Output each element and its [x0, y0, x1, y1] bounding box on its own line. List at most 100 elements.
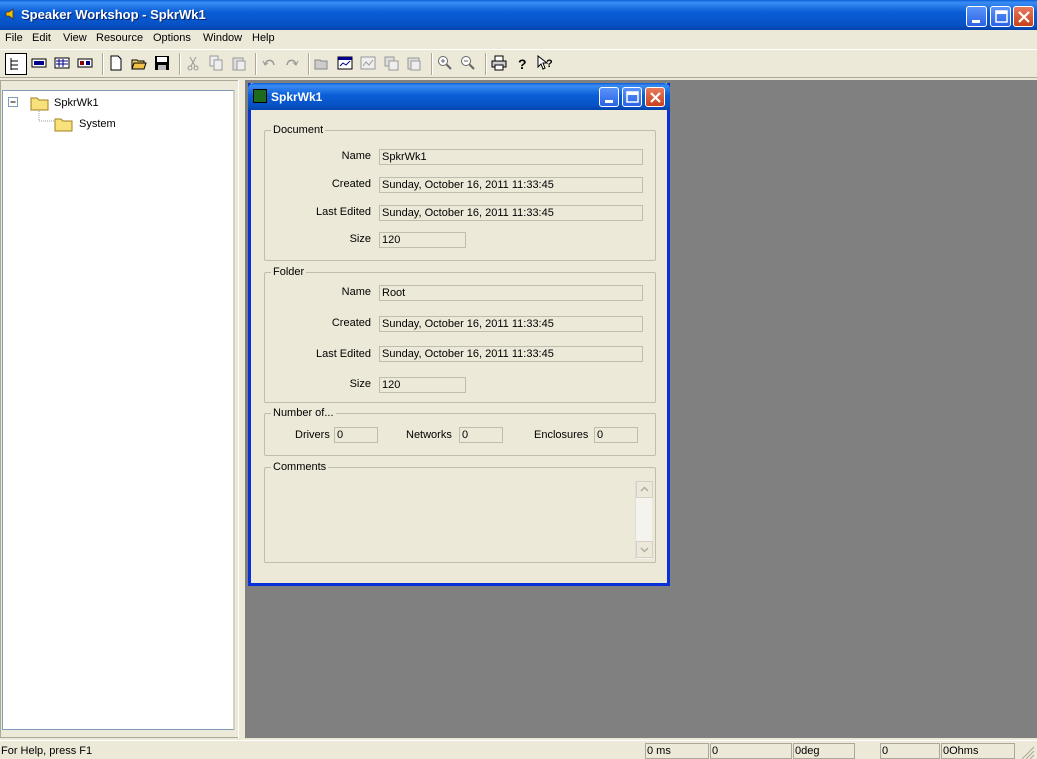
drivers-label: Drivers [295, 429, 330, 441]
menu-edit[interactable]: Edit [32, 32, 51, 44]
status-impedance-panel: 0Ohms [941, 743, 1015, 759]
chart-button[interactable] [335, 53, 357, 75]
redo-button[interactable] [282, 53, 304, 75]
cut-button[interactable] [183, 53, 205, 75]
networks-label: Networks [406, 429, 452, 441]
toolbar-separator [102, 53, 104, 75]
copy-chart-icon [384, 56, 399, 71]
document-group-label: Document [271, 124, 326, 136]
help-button[interactable]: ? [512, 53, 534, 75]
new-button[interactable] [106, 53, 128, 75]
status-help-text: For Help, press F1 [1, 745, 93, 757]
document-title: SpkrWk1 [271, 90, 323, 104]
folder-last-edited-field: Sunday, October 16, 2011 11:33:45 [379, 346, 643, 362]
minimize-icon [605, 100, 613, 103]
speaker-app-icon [5, 8, 14, 20]
print-button[interactable] [489, 53, 511, 75]
networks-count-field: 0 [459, 427, 503, 443]
folder-created-label: Created [331, 317, 371, 329]
document-window: SpkrWk1 Document Name SpkrWk1 Created Su… [248, 83, 670, 586]
paste-button[interactable] [229, 53, 251, 75]
menu-view[interactable]: View [63, 32, 87, 44]
chevron-up-icon [640, 486, 649, 492]
tree-view[interactable]: SpkrWk1 System [2, 90, 235, 730]
driver-button[interactable] [29, 53, 51, 75]
folder-group: Folder Name Root Created Sunday, October… [264, 266, 656, 403]
undo-button[interactable] [259, 53, 281, 75]
child-close-button[interactable] [645, 87, 665, 107]
printer-icon [491, 55, 507, 71]
toolbar-separator [308, 53, 310, 75]
context-help-button[interactable]: ? [535, 53, 557, 75]
toolbar-separator [179, 53, 181, 75]
paste-chart-button[interactable] [404, 53, 426, 75]
counts-group-label: Number of... [271, 407, 336, 419]
folder-size-label: Size [349, 378, 371, 390]
driver-icon [31, 58, 47, 68]
save-button[interactable] [152, 53, 174, 75]
tree-item-spkrwk1[interactable]: SpkrWk1 [54, 97, 99, 109]
status-phase-panel: 0deg [793, 743, 855, 759]
document-created-label: Created [331, 178, 371, 190]
copy-chart-button[interactable] [381, 53, 403, 75]
chart-icon [337, 56, 353, 70]
copy-button[interactable] [206, 53, 228, 75]
menu-file[interactable]: File [5, 32, 23, 44]
child-maximize-button[interactable] [622, 87, 642, 107]
menu-resource[interactable]: Resource [96, 32, 143, 44]
collapse-icon[interactable] [8, 97, 20, 109]
enclosure-button[interactable] [75, 53, 97, 75]
cut-icon [187, 56, 199, 71]
document-name-field: SpkrWk1 [379, 149, 643, 165]
document-group: Document Name SpkrWk1 Created Sunday, Oc… [264, 124, 656, 261]
tree-item-system[interactable]: System [79, 118, 116, 130]
maximize-icon [995, 10, 1008, 23]
document-size-field: 120 [379, 232, 466, 248]
status-value2-panel: 0 [880, 743, 940, 759]
scroll-up-button[interactable] [636, 481, 653, 498]
folder-name-label: Name [341, 286, 371, 298]
zoom-out-button[interactable] [458, 53, 480, 75]
document-created-field: Sunday, October 16, 2011 11:33:45 [379, 177, 643, 193]
close-button[interactable] [1013, 6, 1034, 27]
save-icon [155, 56, 169, 70]
enclosures-label: Enclosures [534, 429, 589, 441]
svg-text:?: ? [546, 58, 553, 70]
pane-splitter[interactable] [238, 80, 246, 738]
network-icon [54, 57, 70, 69]
enclosures-count-field: 0 [594, 427, 638, 443]
network-button[interactable] [52, 53, 74, 75]
comments-textarea[interactable] [271, 478, 649, 558]
folder-last-edited-label: Last Edited [315, 348, 371, 360]
folder-group-label: Folder [271, 266, 307, 278]
tree-view-button[interactable] [5, 53, 27, 75]
menu-window[interactable]: Window [203, 32, 242, 44]
document-titlebar[interactable]: SpkrWk1 [248, 83, 670, 110]
zoom-out-icon [461, 56, 475, 70]
menu-options[interactable]: Options [153, 32, 191, 44]
folder-size-field: 120 [379, 377, 466, 393]
svg-text:?: ? [518, 56, 527, 71]
maximize-button[interactable] [990, 6, 1011, 27]
main-titlebar[interactable]: Speaker Workshop - SpkrWk1 [0, 0, 1037, 30]
open-folder-icon [131, 59, 147, 70]
new-document-icon [110, 55, 122, 71]
chart-alt-button[interactable] [358, 53, 380, 75]
child-minimize-button[interactable] [599, 87, 619, 107]
minimize-button[interactable] [966, 6, 987, 27]
chart-alt-icon [360, 56, 376, 70]
zoom-in-button[interactable] [435, 53, 457, 75]
comments-scrollbar[interactable] [635, 481, 653, 559]
open-folder-button[interactable] [312, 53, 334, 75]
folder-created-field: Sunday, October 16, 2011 11:33:45 [379, 316, 643, 332]
menu-help[interactable]: Help [252, 32, 275, 44]
tree-view-icon [10, 58, 18, 70]
scroll-down-button[interactable] [636, 541, 653, 558]
document-size-label: Size [349, 233, 371, 245]
resize-grip-icon[interactable] [1019, 744, 1035, 759]
comments-group: Comments [264, 461, 656, 563]
open-button[interactable] [129, 53, 151, 75]
close-icon [650, 92, 661, 103]
toolbar-separator [485, 53, 487, 75]
toolbar-separator [431, 53, 433, 75]
